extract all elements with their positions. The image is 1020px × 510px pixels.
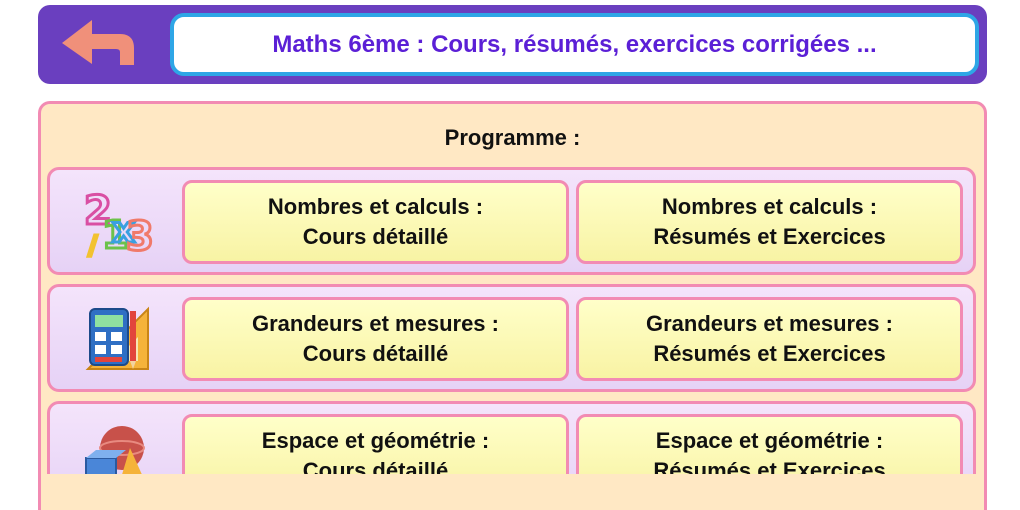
- button-line-1: Nombres et calculs :: [267, 194, 484, 219]
- topic-row-nombres: 2 1 x 3 / Nombres et calculs : Cours dét…: [47, 167, 976, 275]
- topic-row-grandeurs: Grandeurs et mesures : Cours détaillé Gr…: [47, 284, 976, 392]
- button-line-1: Grandeurs et mesures :: [252, 311, 499, 336]
- button-line-1: Nombres et calculs :: [661, 194, 878, 219]
- espace-resumes-button[interactable]: Espace et géométrie : Résumés et Exercic…: [576, 414, 963, 474]
- svg-text:/: /: [88, 231, 98, 260]
- nombres-resumes-button[interactable]: Nombres et calculs : Résumés et Exercice…: [576, 180, 963, 264]
- page-title: Maths 6ème : Cours, résumés, exercices c…: [272, 30, 877, 58]
- espace-cours-button[interactable]: Espace et géométrie : Cours détaillé: [182, 414, 569, 474]
- svg-text:3: 3: [126, 214, 154, 260]
- button-line-2: Résumés et Exercices: [653, 458, 886, 474]
- grandeurs-resumes-button[interactable]: Grandeurs et mesures : Résumés et Exerci…: [576, 297, 963, 381]
- button-line-1: Espace et géométrie :: [261, 428, 490, 453]
- section-title: Programme :: [444, 125, 581, 150]
- back-button[interactable]: [58, 17, 140, 73]
- topic-row-espace: Espace et géométrie : Cours détaillé Esp…: [47, 401, 976, 474]
- back-arrow-icon: [62, 20, 134, 65]
- program-list[interactable]: Programme : 2 1 x 3 / Nombres et calculs…: [38, 101, 987, 474]
- top-bar: Maths 6ème : Cours, résumés, exercices c…: [38, 5, 987, 84]
- button-line-1: Grandeurs et mesures :: [646, 311, 893, 336]
- button-line-1: Espace et géométrie :: [655, 428, 884, 453]
- button-line-2: Résumés et Exercices: [653, 224, 886, 249]
- numbers-icon: 2 1 x 3 /: [78, 184, 156, 263]
- title-box: Maths 6ème : Cours, résumés, exercices c…: [170, 13, 979, 76]
- button-line-2: Cours détaillé: [302, 224, 449, 249]
- nombres-cours-button[interactable]: Nombres et calculs : Cours détaillé: [182, 180, 569, 264]
- button-line-2: Résumés et Exercices: [653, 341, 886, 366]
- calculator-ruler-icon: [78, 301, 156, 377]
- button-line-2: Cours détaillé: [302, 341, 449, 366]
- button-line-2: Cours détaillé: [302, 458, 449, 474]
- grandeurs-cours-button[interactable]: Grandeurs et mesures : Cours détaillé: [182, 297, 569, 381]
- geometry-shapes-icon: [78, 418, 156, 474]
